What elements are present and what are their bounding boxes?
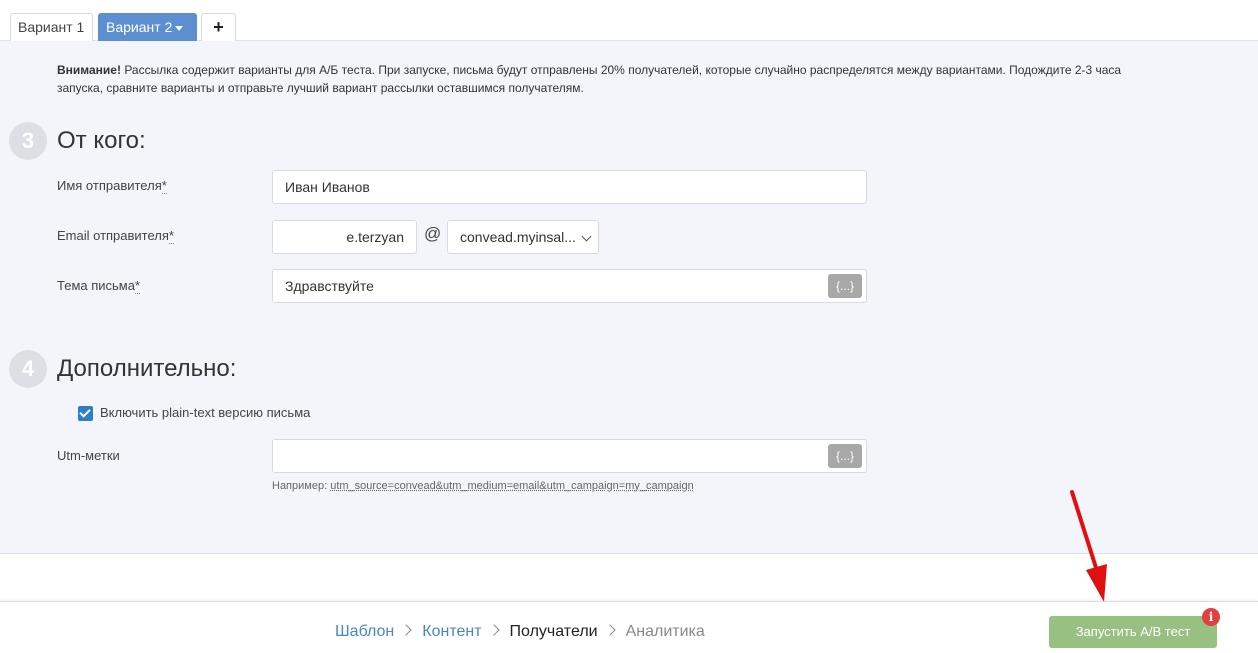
add-variant-button[interactable]: + xyxy=(201,13,236,41)
info-icon[interactable]: i xyxy=(1202,608,1220,626)
chevron-right-icon xyxy=(487,624,500,636)
tab-variant-1-label: Вариант 1 xyxy=(18,19,85,35)
notice-line-2: запуска, сравните варианты и отправьте л… xyxy=(57,81,584,95)
utm-hint: Например: utm_source=convead&utm_medium=… xyxy=(272,480,694,492)
notice-bold: Внимание! xyxy=(57,63,121,77)
notice-line-1: Рассылка содержит варианты для А/Б теста… xyxy=(120,63,1122,77)
email-local-value: e.terzyan xyxy=(346,229,404,245)
crumb-analytics: Аналитика xyxy=(625,623,705,640)
sender-name-input[interactable]: Иван Иванов xyxy=(272,170,867,204)
section-title-extra: Дополнительно: xyxy=(57,355,237,382)
caret-down-icon[interactable] xyxy=(175,25,184,31)
sender-name-value: Иван Иванов xyxy=(285,179,370,195)
plus-icon: + xyxy=(213,17,224,37)
tab-variant-1[interactable]: Вариант 1 xyxy=(10,13,93,41)
plain-text-checkbox[interactable] xyxy=(78,406,93,421)
subject-input[interactable]: Здравствуйте {...} xyxy=(272,269,867,303)
utm-hint-example[interactable]: utm_source=convead&utm_medium=email&utm_… xyxy=(330,480,694,492)
crumb-content[interactable]: Контент xyxy=(422,623,481,641)
at-sign: @ xyxy=(424,224,442,243)
chevron-right-icon xyxy=(400,624,412,636)
tab-variant-2[interactable]: Вариант 2 xyxy=(98,13,197,41)
crumb-template[interactable]: Шаблон xyxy=(335,623,394,641)
utm-label: Utm-метки xyxy=(57,448,120,463)
sender-email-label: Email отправителя* xyxy=(57,228,174,244)
wizard-breadcrumb: Шаблон Контент Получатели Аналитика xyxy=(335,623,705,641)
email-domain-value: convead.myinsal... xyxy=(460,229,576,245)
subject-value: Здравствуйте xyxy=(285,278,374,294)
crumb-recipients: Получатели xyxy=(509,623,598,640)
utm-variables-button[interactable]: {...} xyxy=(828,444,862,468)
email-local-input[interactable]: e.terzyan xyxy=(272,220,417,254)
section-title-from: От кого: xyxy=(57,127,146,154)
subject-label: Тема письма* xyxy=(57,278,141,294)
ab-test-notice: Внимание! Рассылка содержит варианты для… xyxy=(57,61,1257,97)
sender-name-label: Имя отправителя* xyxy=(57,178,167,194)
main-panel: Внимание! Рассылка содержит варианты для… xyxy=(0,41,1258,554)
chevron-right-icon xyxy=(603,624,616,636)
utm-input[interactable]: {...} xyxy=(272,439,867,473)
subject-variables-button[interactable]: {...} xyxy=(828,274,862,298)
email-domain-select[interactable]: convead.myinsal... xyxy=(447,220,599,254)
step-number-4: 4 xyxy=(9,350,47,388)
red-arrow-annotation xyxy=(1070,490,1107,602)
tab-variant-2-label: Вариант 2 xyxy=(106,19,173,35)
step-number-3: 3 xyxy=(9,122,47,160)
variant-tabs: Вариант 1 Вариант 2 + xyxy=(0,0,1258,41)
chevron-down-icon xyxy=(581,231,592,242)
wizard-footer: Шаблон Контент Получатели Аналитика Запусти… xyxy=(0,601,1258,653)
plain-text-label[interactable]: Включить plain-text версию письма xyxy=(100,405,310,420)
launch-ab-test-button[interactable]: Запустить A/B тест xyxy=(1049,616,1217,648)
